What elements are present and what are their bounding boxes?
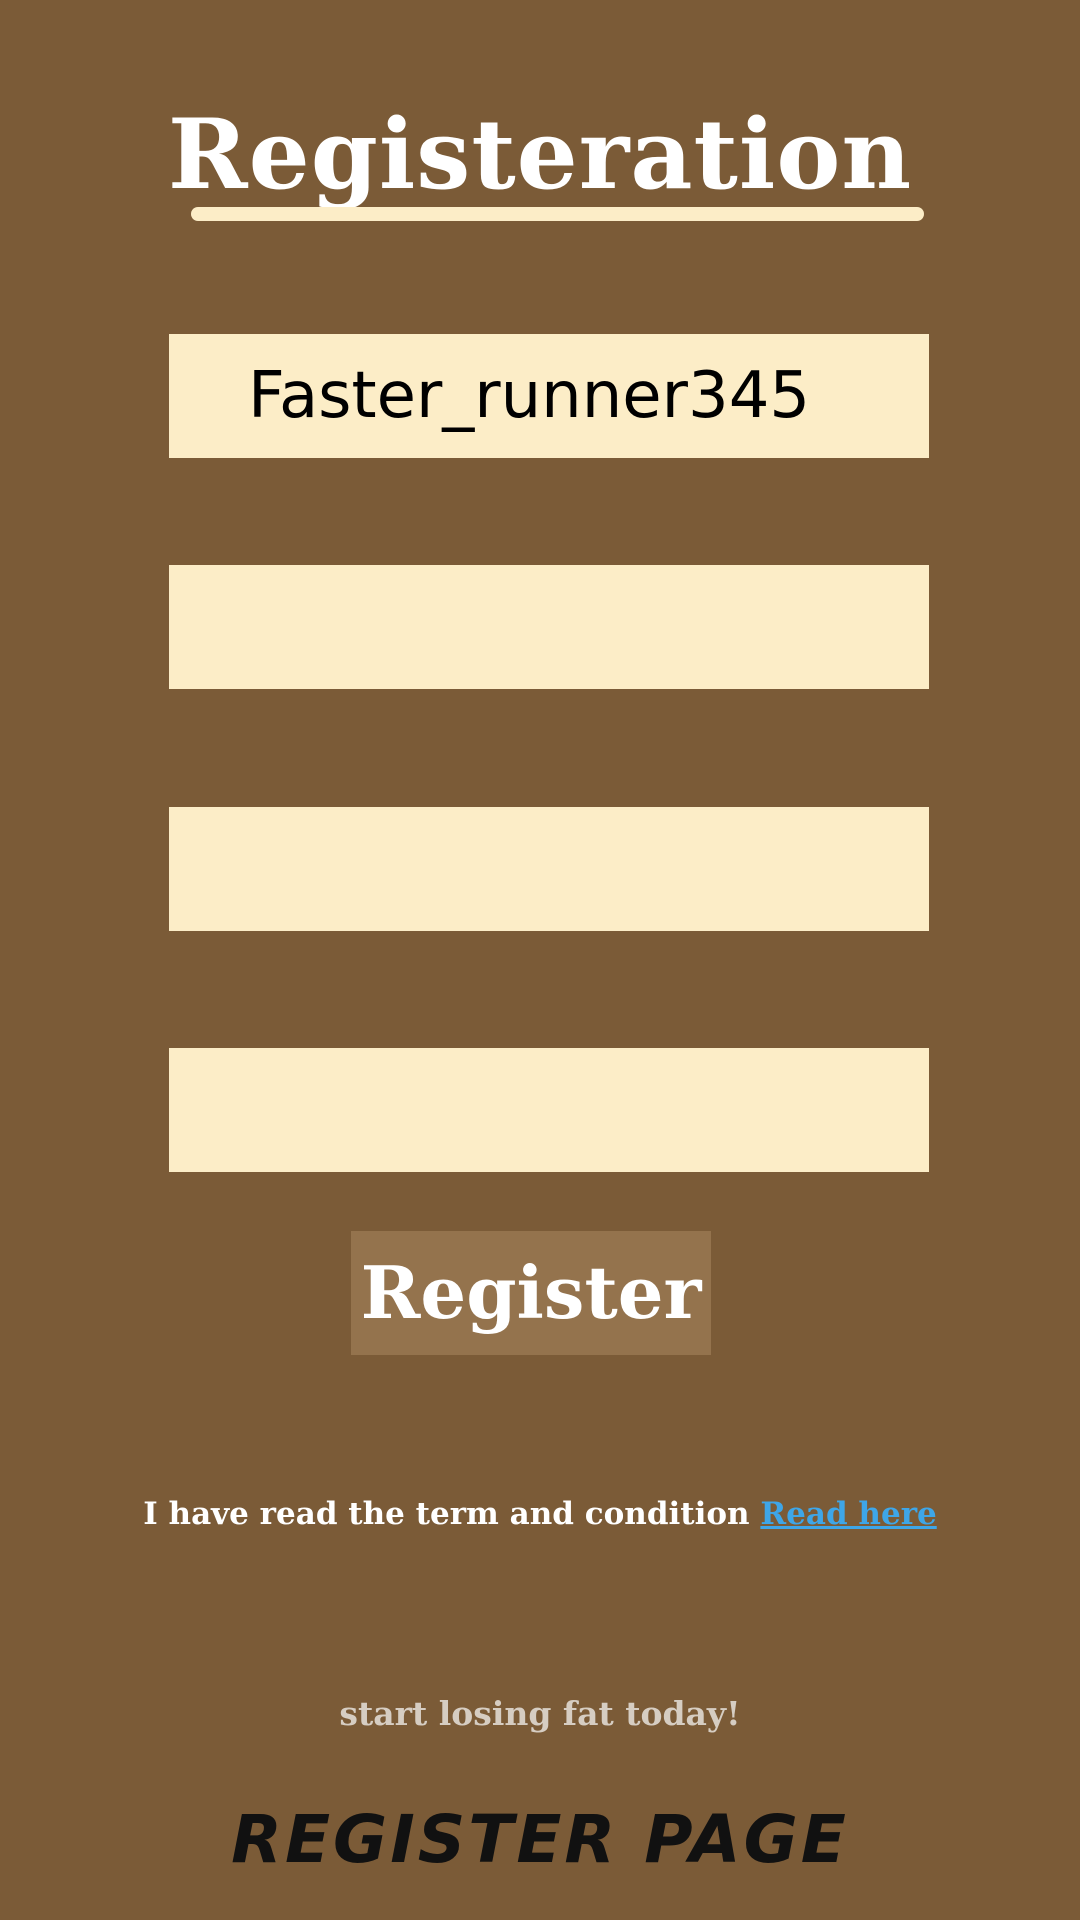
register-button[interactable]: Register [351, 1231, 711, 1355]
title-underline [191, 207, 924, 221]
username-field[interactable] [169, 334, 929, 458]
confirm-password-field[interactable] [169, 1048, 929, 1172]
register-page-heading: REGISTER PAGE [231, 1801, 849, 1878]
password-field[interactable] [169, 807, 929, 931]
email-field[interactable] [169, 565, 929, 689]
tagline: start losing fat today! [339, 1694, 741, 1733]
page-title: Registeration [167, 98, 913, 211]
terms-text: I have read the term and condition [143, 1496, 750, 1532]
read-here-link[interactable]: Read here [760, 1496, 936, 1532]
terms-line: I have read the term and condition Read … [0, 1490, 1080, 1538]
